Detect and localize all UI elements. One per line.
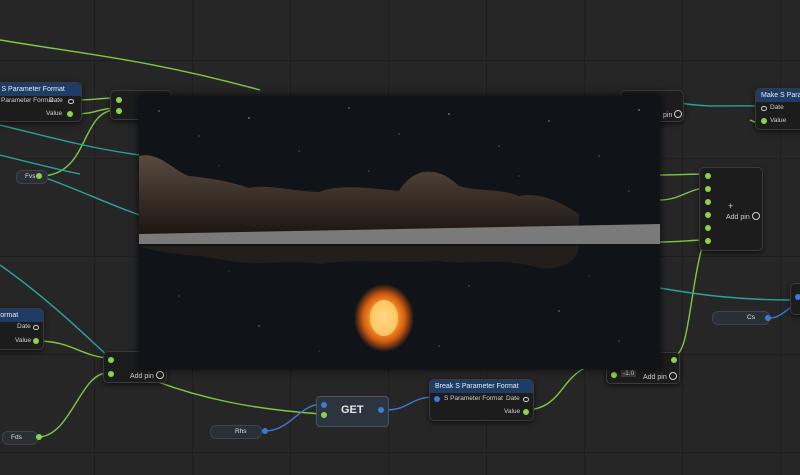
add-pin-button[interactable]: Add pin — [130, 371, 164, 380]
wire — [659, 287, 791, 301]
pin-label-value: Value — [504, 408, 521, 415]
struct-input-pin[interactable] — [434, 396, 440, 402]
make-param-node-top-right[interactable]: Make S Parame Date Value — [755, 88, 800, 130]
wire — [37, 340, 107, 359]
input-pin[interactable] — [795, 294, 800, 300]
add-pin-icon — [155, 371, 164, 379]
node-title: Break S Parameter Format — [430, 380, 533, 393]
input-pin[interactable] — [108, 357, 114, 363]
date-pin[interactable] — [761, 106, 767, 111]
add-pin-label: Add pin — [130, 373, 154, 380]
default-value[interactable]: -1.0 — [621, 370, 637, 377]
add-pin-icon — [674, 110, 683, 118]
input-pin[interactable] — [116, 108, 122, 114]
add-pin-icon — [668, 372, 677, 380]
add-pin-button[interactable]: Add pin — [726, 212, 760, 221]
add-node-right[interactable]: + Add pin — [699, 167, 763, 251]
pin-label-date: Date — [770, 104, 784, 111]
pin-label-value: Value — [770, 117, 787, 124]
cs-output-pin[interactable] — [765, 315, 771, 321]
node-right-edge[interactable] — [790, 283, 800, 315]
wire — [39, 175, 141, 216]
get-label: GET — [341, 404, 364, 416]
node-title: Make S Parame — [756, 89, 800, 102]
input-pin[interactable] — [116, 97, 122, 103]
value-pin[interactable] — [523, 409, 529, 415]
add-pin-button[interactable]: Add pin — [643, 372, 677, 381]
input-pin[interactable] — [705, 225, 711, 231]
rhs-output-pin[interactable] — [262, 428, 268, 434]
input-pin[interactable] — [705, 173, 711, 179]
date-pin[interactable] — [68, 99, 74, 104]
node-text: Parameter Format — [1, 97, 54, 104]
input-label: S Parameter Format — [444, 395, 503, 402]
variable-label: Rhs — [235, 428, 247, 435]
fds-output-pin[interactable] — [36, 434, 42, 440]
date-pin[interactable] — [33, 325, 39, 330]
wire — [139, 374, 323, 415]
variable-label: Fvs — [25, 173, 36, 180]
input-pin[interactable] — [321, 402, 327, 408]
value-pin[interactable] — [761, 118, 767, 124]
pin-label-date: Date — [49, 97, 63, 104]
fvs-output-pin[interactable] — [36, 173, 42, 179]
input-pin[interactable] — [705, 199, 711, 205]
value-pin[interactable] — [33, 338, 39, 344]
cs-variable[interactable]: Cs — [712, 311, 770, 325]
pin-label-value: Value — [15, 337, 32, 344]
pin-label-date: Date — [17, 323, 31, 330]
date-pin[interactable] — [523, 397, 529, 402]
add-pin-label: Add pin — [726, 214, 750, 221]
break-param-node-top-left[interactable]: k S Parameter Format Parameter Format Da… — [0, 82, 82, 122]
add-pin-label: pin — [663, 112, 673, 119]
pin-label-date: Date — [506, 395, 520, 402]
add-pin-button[interactable]: pin — [663, 110, 683, 119]
wire — [264, 403, 323, 432]
pin-label-value: Value — [46, 110, 63, 117]
wire — [0, 124, 141, 156]
break-param-node-bottom[interactable]: Break S Parameter Format S Parameter For… — [429, 379, 534, 421]
add-pin-label: Add pin — [643, 374, 667, 381]
plus-icon: + — [728, 201, 734, 211]
wire — [37, 372, 107, 438]
node-title: Format — [0, 309, 43, 322]
wire — [679, 102, 761, 107]
output-pin[interactable] — [671, 357, 677, 363]
viewport-preview[interactable] — [139, 96, 660, 369]
node-title: k S Parameter Format — [0, 83, 81, 96]
variable-label: Fds — [11, 434, 22, 441]
input-pin[interactable] — [705, 186, 711, 192]
input-pin[interactable] — [611, 372, 617, 378]
fvs-variable[interactable]: Fvs — [16, 170, 48, 184]
format-node-left[interactable]: Format Date Value — [0, 308, 44, 350]
get-node[interactable]: GET — [316, 396, 389, 427]
fds-variable[interactable]: Fds — [2, 431, 38, 445]
scene-render — [139, 96, 660, 369]
input-pin[interactable] — [705, 238, 711, 244]
input-pin[interactable] — [321, 412, 327, 418]
rhs-variable[interactable]: Rhs — [210, 425, 262, 439]
add-pin-icon — [751, 212, 760, 220]
variable-label: Cs — [747, 314, 755, 321]
output-pin[interactable] — [378, 407, 384, 413]
value-pin[interactable] — [67, 111, 73, 117]
input-pin[interactable] — [705, 212, 711, 218]
wire — [384, 396, 435, 411]
input-pin[interactable] — [108, 371, 114, 377]
